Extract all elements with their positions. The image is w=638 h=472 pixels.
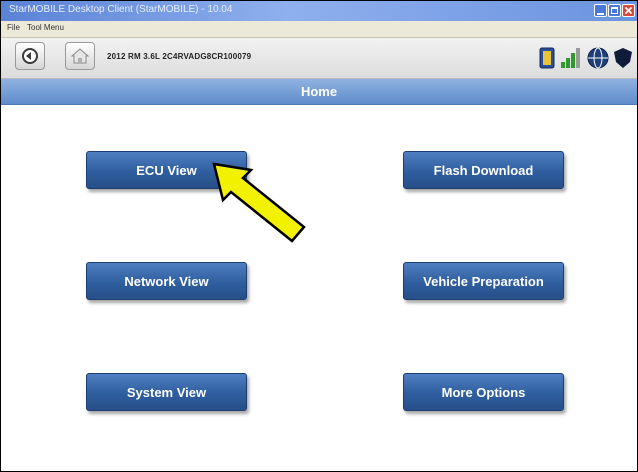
pointer-arrow-icon [212,162,306,243]
vehicle-preparation-button[interactable]: Vehicle Preparation [403,262,564,300]
battery-icon [539,47,555,69]
page-title: Home [300,84,338,99]
title-bar: StarMOBILE Desktop Client (StarMOBILE) -… [1,1,637,21]
more-options-button[interactable]: More Options [403,373,564,411]
menu-file[interactable]: File [7,23,20,32]
maximize-icon[interactable] [608,4,621,17]
network-icon [587,47,609,69]
close-icon[interactable] [622,4,635,17]
app-window: StarMOBILE Desktop Client (StarMOBILE) -… [0,0,638,472]
back-button[interactable] [15,42,45,70]
flash-download-button[interactable]: Flash Download [403,151,564,189]
vehicle-info: 2012 RM 3.6L 2C4RVADG8CR100079 [107,52,252,61]
home-icon [70,48,90,64]
minimize-icon[interactable] [594,4,607,17]
window-title: StarMOBILE Desktop Client (StarMOBILE) -… [9,4,233,15]
toolbar: 2012 RM 3.6L 2C4RVADG8CR100079 [1,38,637,79]
menu-tool-menu[interactable]: Tool Menu [27,23,64,32]
menu-bar: File Tool Menu [1,21,637,38]
shield-icon [614,48,632,68]
signal-icon [561,48,580,68]
system-view-button[interactable]: System View [86,373,247,411]
home-button[interactable] [65,42,95,70]
home-header: Home [1,79,637,105]
home-content: ECU View Flash Download Network View Veh… [1,105,637,471]
back-icon [22,48,38,64]
network-view-button[interactable]: Network View [86,262,247,300]
